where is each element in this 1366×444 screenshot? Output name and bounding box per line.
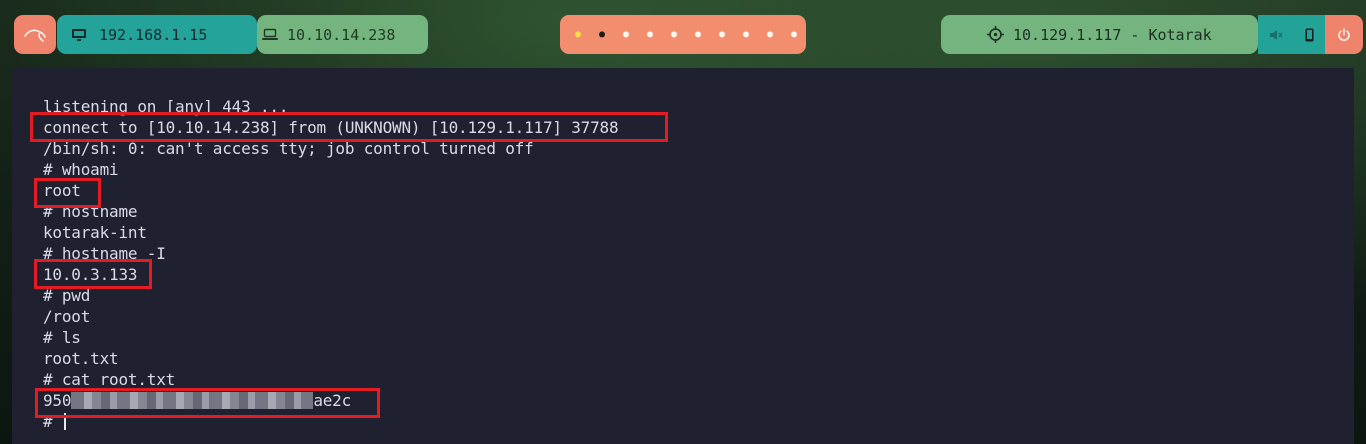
power-icon [1337, 27, 1351, 42]
workspace-1[interactable]: ● [566, 15, 590, 54]
terminal-line: root [43, 181, 81, 200]
workspace-9[interactable]: ● [758, 15, 782, 54]
speaker-muted-icon [1269, 29, 1283, 41]
target-text: 10.129.1.117 - Kotarak [1013, 25, 1212, 44]
vpn-ip-indicator: 10.10.14.238 [257, 15, 428, 54]
workspace-7[interactable]: ● [710, 15, 734, 54]
workspace-switcher: ● ● ● ● ● ● ● ● ● ● [560, 15, 806, 54]
local-ip-text: 192.168.1.15 [99, 25, 208, 44]
terminal-line: # ls [43, 328, 81, 347]
laptop-icon [262, 28, 278, 41]
kali-dragon-icon [24, 27, 46, 43]
terminal-line: /root [43, 307, 91, 326]
target-indicator: 10.129.1.117 - Kotarak [941, 15, 1258, 54]
terminal-line: # cat root.txt [43, 370, 176, 389]
highlight-whoami-result [34, 178, 101, 208]
vpn-ip-text: 10.10.14.238 [287, 25, 396, 44]
terminal-line: kotarak-int [43, 223, 147, 242]
highlight-flag [35, 388, 380, 418]
highlight-connect-line [30, 112, 668, 142]
terminal-line: # hostname [43, 202, 138, 221]
terminal-line: root.txt [43, 349, 119, 368]
highlight-ip-result [34, 259, 152, 289]
phone-icon [1305, 28, 1314, 42]
terminal-line: # whoami [43, 160, 119, 179]
mute-button[interactable] [1258, 15, 1294, 54]
monitor-icon [71, 28, 87, 42]
terminal-window[interactable]: listening on [any] 443 ... connect to [1… [12, 68, 1354, 444]
workspace-8[interactable]: ● [734, 15, 758, 54]
workspace-2[interactable]: ● [590, 15, 614, 54]
workspace-3[interactable]: ● [614, 15, 638, 54]
crosshair-icon [987, 26, 1004, 43]
workspace-5[interactable]: ● [662, 15, 686, 54]
phone-button[interactable] [1294, 15, 1325, 54]
local-ip-indicator: 192.168.1.15 [57, 15, 257, 54]
workspace-6[interactable]: ● [686, 15, 710, 54]
workspace-4[interactable]: ● [638, 15, 662, 54]
power-button[interactable] [1325, 15, 1363, 54]
workspace-10[interactable]: ● [782, 15, 806, 54]
menu-logo-button[interactable] [14, 15, 56, 54]
